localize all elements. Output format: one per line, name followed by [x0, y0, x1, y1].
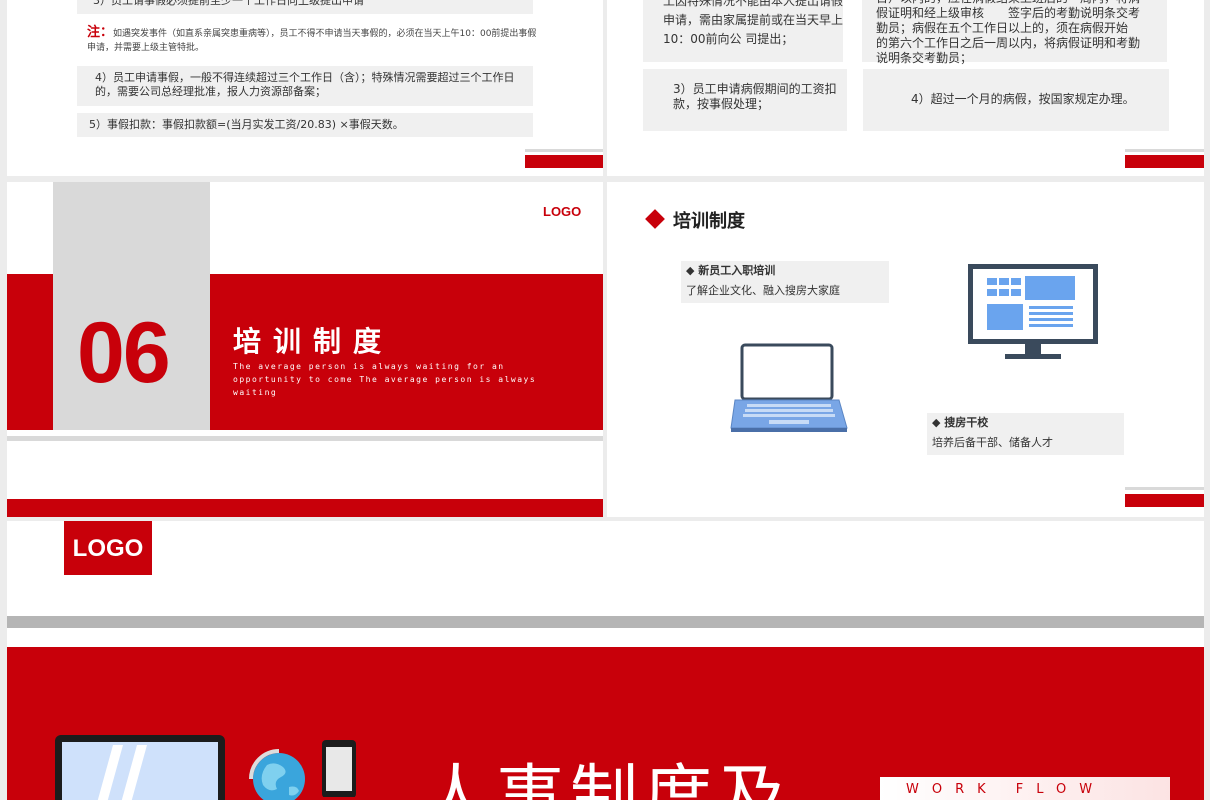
- slide-accent-red: [1125, 155, 1204, 168]
- sick-card-3-text: 3）员工申请病假期间的工资扣款，按事假处理；: [673, 82, 837, 111]
- note-label: 注：: [87, 25, 114, 40]
- card-title: ◆ 新员工入职培训: [686, 264, 776, 277]
- training-card-cadre-school: ◆ 搜房干校 培养后备干部、储备人才: [927, 413, 1124, 455]
- slide-accent-red: [525, 155, 603, 168]
- section-title: 培训制度: [233, 325, 394, 358]
- leave-rule-3: 3）员工请事假必须提前至少一个工作日向上级提出申请: [77, 0, 533, 14]
- sick-card-3: 3）员工申请病假期间的工资扣款，按事假处理；: [643, 69, 847, 131]
- bottom-red-bar: [7, 499, 603, 517]
- work-flow-tag: WORK FLOW: [880, 777, 1170, 800]
- phone-icon: [322, 740, 356, 797]
- sick-card-2: 日）以内的，应在病假结束上班后的一周内，将病假证明和经上级审核 签字后的考勤说明…: [862, 0, 1167, 65]
- sick-card-4-text: 4）超过一个月的病假，按国家规定办理。: [911, 92, 1135, 106]
- sick-card-1: 工因特殊情况不能由本人提出请假申请，需由家属提前或在当天早上10：00前向公 司…: [643, 0, 843, 62]
- leave-rule-4: 4）员工申请事假，一般不得连续超过三个工作日（含）；特殊情况需要超过三个工作日的…: [77, 66, 533, 106]
- laptop-icon: [55, 735, 225, 800]
- grey-divider: [7, 616, 1204, 628]
- training-card-new-staff: ◆ 新员工入职培训 了解企业文化、融入搜房大家庭: [681, 261, 889, 303]
- section-subtitle: The average person is always waiting for…: [233, 362, 537, 397]
- slide-accent-grey: [1125, 487, 1204, 490]
- slide-heading: 培训制度: [673, 211, 745, 232]
- logo: LOGO: [543, 204, 582, 219]
- slide-sick-leave[interactable]: 工因特殊情况不能由本人提出请假申请，需由家属提前或在当天早上10：00前向公 司…: [607, 0, 1204, 176]
- slide-accent-grey: [525, 149, 603, 152]
- slide-personal-leave[interactable]: 3）员工请事假必须提前至少一个工作日向上级提出申请 注：如遇突发事件（如直系亲属…: [7, 0, 603, 176]
- note-text: 如遇突发事件（如直系亲属突患重病等），员工不得不申请当天事假的，必须在当天上午1…: [87, 29, 537, 53]
- diamond-icon: [645, 209, 665, 229]
- sick-card-2-text: 日）以内的，应在病假结束上班后的一周内，将病假证明和经上级审核 签字后的考勤说明…: [876, 0, 1152, 65]
- slide-accent-red: [1125, 494, 1204, 507]
- section-number: 06: [77, 305, 171, 401]
- globe-icon: [249, 749, 305, 800]
- sick-card-4: 4）超过一个月的病假，按国家规定办理。: [863, 69, 1169, 131]
- card-title: ◆ 搜房干校: [932, 416, 989, 429]
- laptop-icon: [730, 343, 848, 432]
- leave-rule-3-text: 3）员工请事假必须提前至少一个工作日向上级提出申请: [93, 0, 364, 7]
- leave-rule-5-text: 5）事假扣款：事假扣款额=(当月实发工资/20.83) ×事假天数。: [89, 118, 404, 131]
- leave-rule-4-text: 4）员工申请事假，一般不得连续超过三个工作日（含）；特殊情况需要超过三个工作日的…: [95, 71, 515, 98]
- divider: [7, 436, 603, 441]
- card-text: 培养后备干部、储备人才: [932, 436, 1053, 449]
- slide-section-training[interactable]: 06 培训制度 The average person is always wai…: [7, 182, 603, 517]
- leave-rule-5: 5）事假扣款：事假扣款额=(当月实发工资/20.83) ×事假天数。: [77, 113, 533, 137]
- slide-accent-grey: [1125, 149, 1204, 152]
- card-text: 了解企业文化、融入搜房大家庭: [686, 284, 840, 297]
- cover-title: 人事制度及: [422, 758, 793, 800]
- logo: LOGO: [64, 521, 152, 575]
- slide-cover[interactable]: LOGO 人事制度及 WORK FLOW: [7, 521, 1204, 800]
- leave-note: 注：如遇突发事件（如直系亲属突患重病等），员工不得不申请当天事假的，必须在当天上…: [87, 26, 537, 55]
- monitor-icon: [968, 264, 1098, 359]
- sick-card-1-text: 工因特殊情况不能由本人提出请假申请，需由家属提前或在当天早上10：00前向公 司…: [663, 0, 844, 46]
- slide-training-system[interactable]: 培训制度 ◆ 新员工入职培训 了解企业文化、融入搜房大家庭 ◆ 搜房干校 培养后…: [607, 182, 1204, 517]
